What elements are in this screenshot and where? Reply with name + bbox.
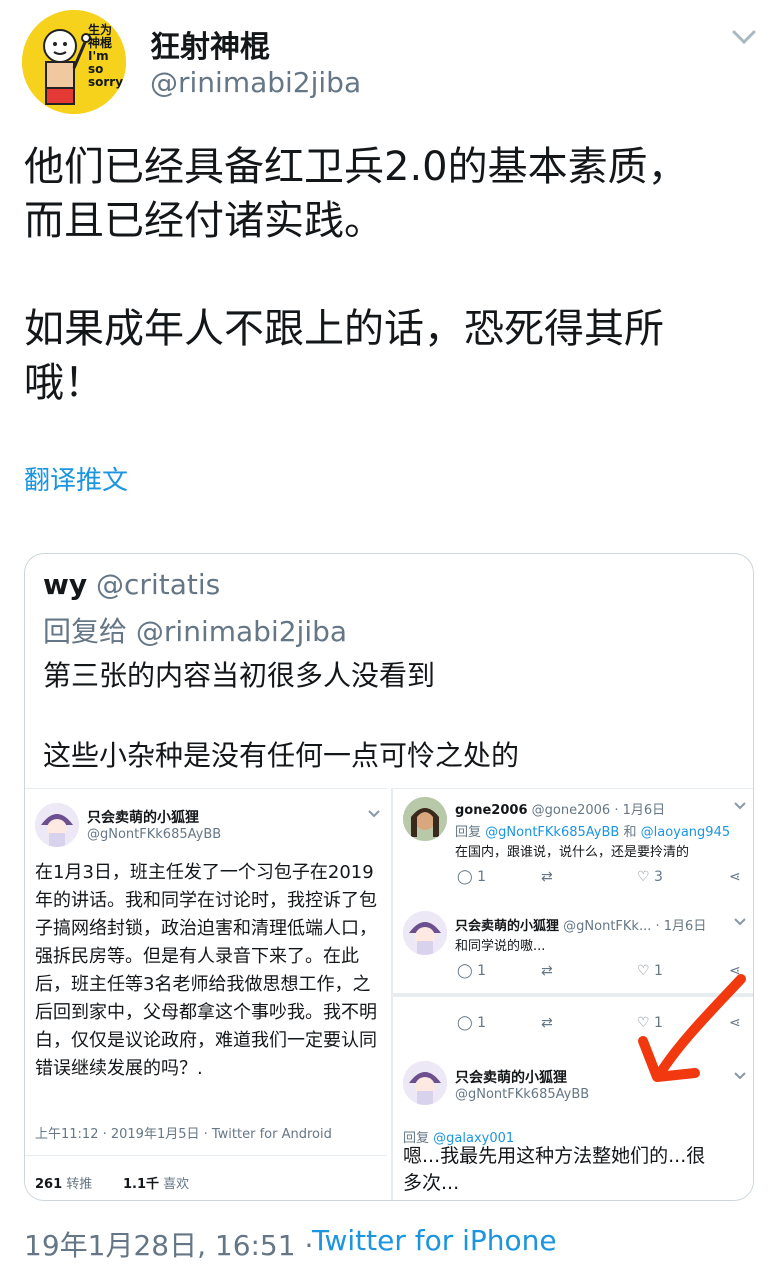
timestamp-text: 19年1月28日, 16:51	[24, 1229, 296, 1262]
reply-text-line: 多次...	[403, 1172, 460, 1194]
separator: ·	[655, 919, 660, 934]
chevron-down-icon[interactable]	[726, 22, 762, 52]
quoted-tweet-card[interactable]: wy @critatis 回复给 @rinimabi2jiba 第三张的内容当初…	[24, 553, 754, 1201]
reply-action: ◯ 1	[457, 869, 486, 885]
avatar-caption: 生为 神棍 I'm so sorry	[88, 24, 123, 89]
reply-action: ◯ 1	[457, 1015, 486, 1031]
reply-author-name: 只会卖萌的小狐狸	[455, 919, 560, 934]
retweet-icon: ⇄	[541, 869, 553, 885]
reply-count: 1	[477, 963, 487, 979]
share-icon: ⋖	[729, 869, 741, 885]
retweet-count: 261	[35, 1177, 63, 1192]
separator: ·	[614, 803, 619, 818]
reply-text-line: 嗯...我最先用这种方法整她们的...很	[403, 1145, 706, 1167]
image-author-handle: @gNontFKk685AyBB	[87, 827, 222, 842]
image-body-text: 在1月3日，班主任发了一个习包子在2019年的讲话。我和同学在讨论时，我控诉了包…	[35, 862, 377, 1079]
reply-to-handle[interactable]: @rinimabi2jiba	[136, 615, 347, 648]
like-count: 1.1千	[123, 1177, 160, 1192]
image-author-name: 只会卖萌的小狐狸	[87, 810, 199, 826]
tweet-line: 如果成年人不跟上的话，恐死得其所	[24, 306, 664, 352]
chevron-down-icon	[368, 810, 380, 818]
reply-mention: @gNontFKk685AyBB	[485, 825, 620, 840]
quoted-author-name: wy	[43, 568, 88, 601]
tweet-line: 而且已经付诸实践。	[24, 198, 384, 244]
tweet-text: 他们已经具备红卫兵2.0的基本素质， 而且已经付诸实践。 如果成年人不跟上的话，…	[24, 140, 754, 410]
reply-author-handle: @gone2006	[531, 803, 611, 818]
fox-girl-avatar-icon	[403, 1061, 447, 1105]
quoted-author-handle: @critatis	[96, 568, 221, 601]
reply-prefix: 回复	[455, 825, 482, 840]
avatar[interactable]: 生为 神棍 I'm so sorry	[22, 10, 126, 114]
reply-count: 1	[477, 869, 487, 885]
reply-text: 在国内，跟谁说，说什么，还是要拎清的	[455, 845, 690, 860]
reply-to-line: 回复 @gNontFKk685AyBB 和 @laoyang945	[455, 821, 730, 840]
avatar	[403, 1061, 447, 1105]
reply-author-handle: @gNontFKk685AyBB	[455, 1087, 590, 1102]
translate-tweet-link[interactable]: 翻译推文	[24, 460, 128, 497]
tweet-timestamp[interactable]: 19年1月28日, 16:51 ·	[24, 1224, 313, 1264]
heart-icon: ♡	[637, 869, 650, 885]
retweet-icon: ⇄	[541, 1015, 553, 1031]
tweet-source-link[interactable]: Twitter for iPhone	[312, 1224, 557, 1257]
fox-girl-avatar-icon	[35, 803, 79, 847]
quoted-text-line: 第三张的内容当初很多人没看到	[43, 659, 436, 692]
reply-count: 1	[477, 1015, 487, 1031]
author-handle[interactable]: @rinimabi2jiba	[150, 66, 361, 99]
like-action: ♡ 3	[637, 869, 663, 885]
image-meta: 上午11:12 · 2019年1月5日 · Twitter for Androi…	[35, 1127, 332, 1142]
quoted-reply-to: 回复给 @rinimabi2jiba	[43, 610, 347, 650]
quoted-author: wy @critatis	[43, 568, 220, 601]
like-count: 3	[654, 869, 663, 885]
reply-date: 1月6日	[622, 803, 666, 818]
author-name[interactable]: 狂射神棍	[150, 22, 270, 66]
reply-date: 1月6日	[663, 919, 707, 934]
reply-author-name: gone2006	[455, 803, 528, 818]
woman-photo-avatar-icon	[403, 797, 447, 841]
fox-girl-avatar-icon	[403, 911, 447, 955]
retweet-label: 转推	[66, 1177, 93, 1192]
reply-text: 和同学说的嗷...	[455, 939, 546, 954]
avatar	[403, 911, 447, 955]
avatar	[35, 803, 79, 847]
chevron-down-icon	[734, 918, 746, 926]
reply-prefix: 回复给	[43, 615, 128, 648]
reply-author-handle: @gNontFKk...	[563, 919, 652, 934]
chevron-down-icon	[734, 802, 746, 810]
reply-header: 只会卖萌的小狐狸 @gNontFKk... · 1月6日	[455, 915, 706, 934]
tweet-line: 哦！	[24, 360, 104, 406]
embedded-image-left[interactable]: 只会卖萌的小狐狸 @gNontFKk685AyBB 在1月3日，班主任发了一个习…	[25, 788, 387, 1200]
reply-mention: @laoyang945	[640, 825, 731, 840]
reply-author-name: 只会卖萌的小狐狸	[455, 1070, 567, 1086]
comment-icon: ◯	[457, 963, 473, 979]
like-label: 喜欢	[163, 1177, 190, 1192]
reply-and: 和	[623, 825, 637, 840]
avatar-caption-line: sorry	[88, 75, 124, 89]
retweet-icon: ⇄	[541, 963, 553, 979]
like-stats: 1.1千 喜欢	[123, 1173, 189, 1192]
reply-header: gone2006 @gone2006 · 1月6日	[455, 799, 665, 818]
tweet-line: 他们已经具备红卫兵2.0的基本素质，	[24, 144, 688, 190]
avatar	[403, 797, 447, 841]
divider	[25, 1155, 387, 1156]
quoted-text-line: 这些小杂种是没有任何一点可怜之处的	[43, 739, 520, 772]
comment-icon: ◯	[457, 869, 473, 885]
red-arrow-annotation	[638, 974, 746, 1082]
reply-action: ◯ 1	[457, 963, 486, 979]
comment-icon: ◯	[457, 1015, 473, 1031]
embedded-image-right[interactable]: gone2006 @gone2006 · 1月6日 回复 @gNontFKk68…	[391, 788, 753, 1200]
retweet-stats: 261 转推	[35, 1173, 92, 1192]
